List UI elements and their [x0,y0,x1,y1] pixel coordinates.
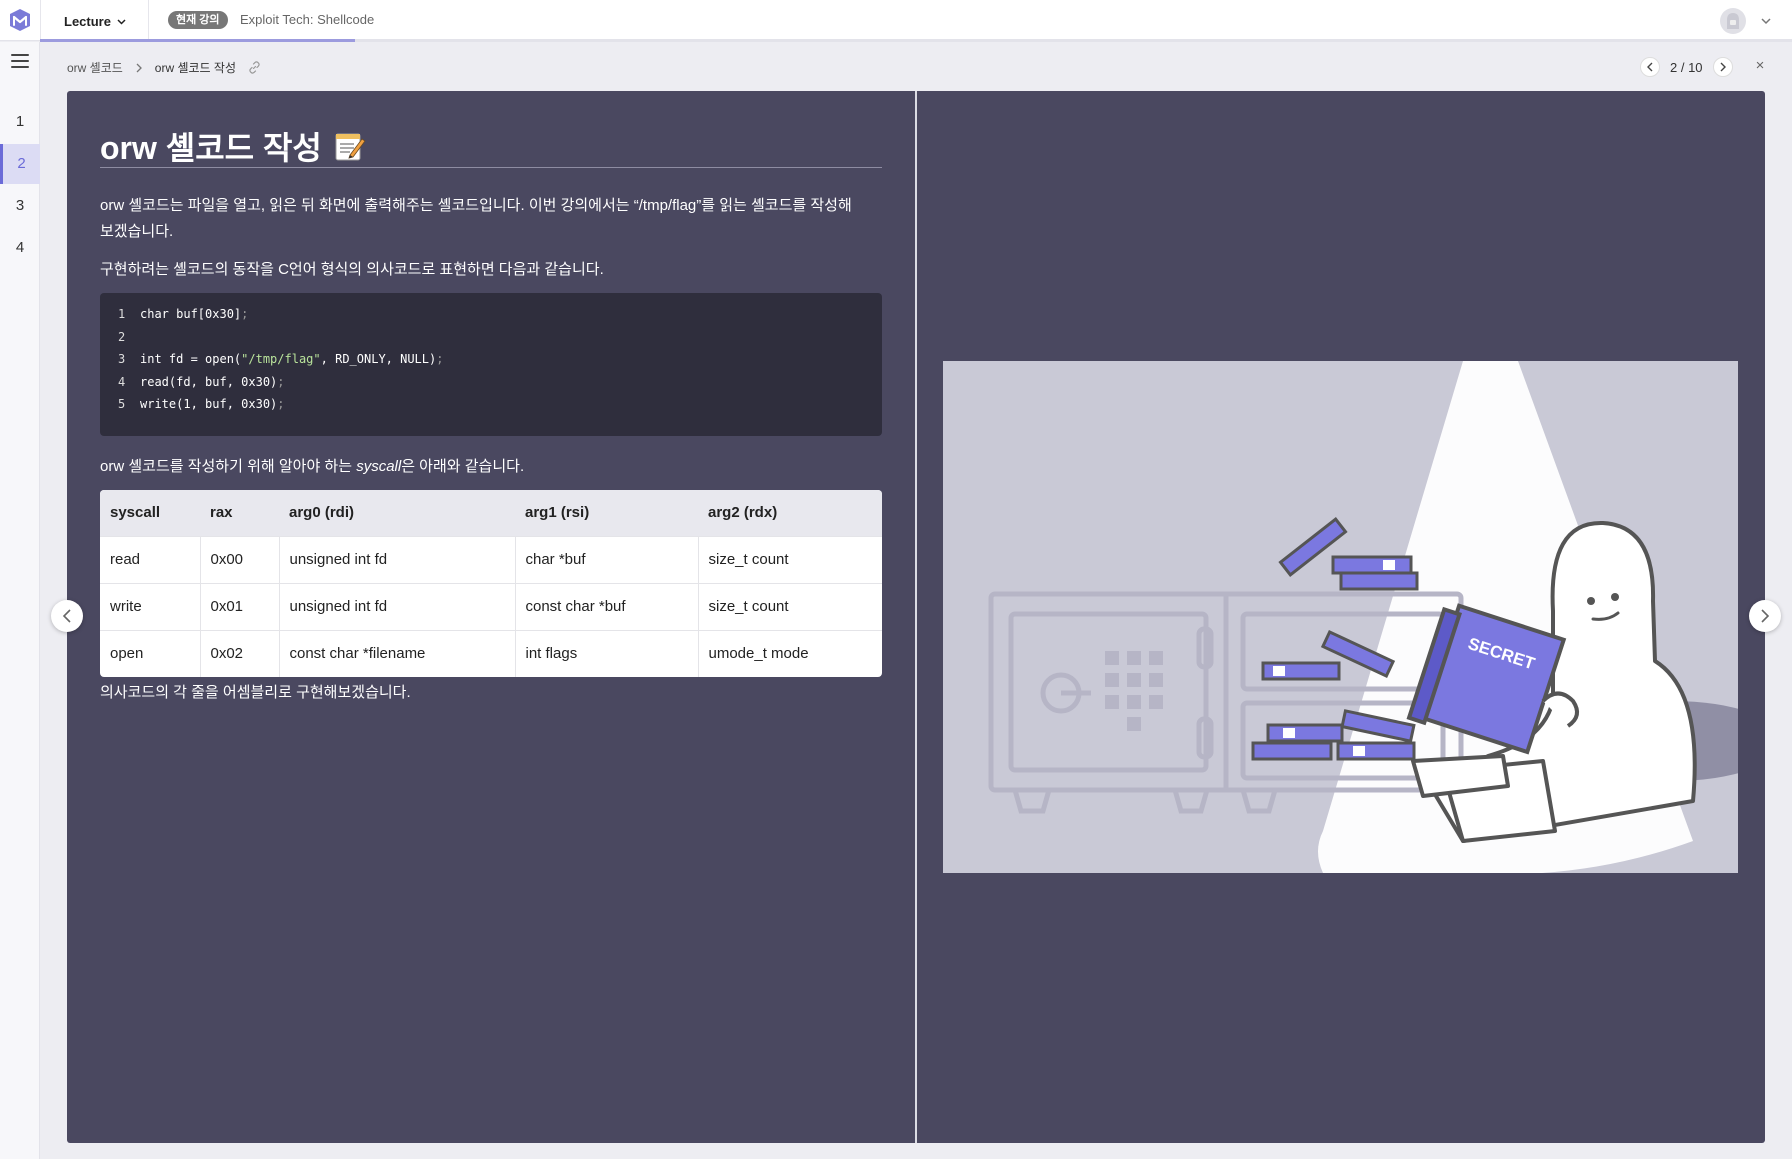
table-cell: 0x02 [200,629,280,677]
table-cell: size_t count [698,535,882,583]
syscall-table: syscall rax arg0 (rdi) arg1 (rsi) arg2 (… [100,490,882,677]
code-block[interactable]: 1 char buf[0x30]; 2 3 int fd = open("/tmp/fl… [100,293,882,436]
table-header: arg1 (rsi) [515,490,698,536]
rail-item-1[interactable]: 1 [0,102,40,142]
secret-book-illustration: SECRET [943,361,1738,873]
code-line: 1 char buf[0x30]; [118,307,882,330]
rail-item-3[interactable]: 3 [0,186,40,226]
table-header: arg0 (rdi) [279,490,515,536]
table-row: write 0x01 unsigned int fd const char *b… [100,582,882,630]
rail-item-4[interactable]: 4 [0,228,40,268]
chevron-right-icon [136,63,142,72]
table-cell: write [100,582,201,630]
chevron-left-icon [1647,62,1653,72]
table-cell: char *buf [515,535,699,583]
prev-page-button[interactable] [1640,57,1660,77]
slide-pager: 2 / 10 [1640,57,1733,77]
table-cell: int flags [515,629,699,677]
user-icon [1727,13,1739,29]
chevron-right-icon [1720,62,1726,72]
syscall-intro: orw 셸코드를 작성하기 위해 알아야 하는 syscall은 아래와 같습니… [100,454,860,480]
table-cell: unsigned int fd [279,535,516,583]
code-line: 5 write(1, buf, 0x30); [118,397,882,420]
table-cell: 0x01 [200,582,280,630]
prev-slide-button[interactable] [51,600,83,632]
table-cell: read [100,535,201,583]
code-line-number: 1 [118,307,126,321]
table-cell: const char *buf [515,582,699,630]
table-header: arg2 (rdx) [698,490,882,536]
memo-icon [335,133,366,161]
title-divider [100,167,882,168]
pseudocode-intro: 구현하려는 셸코드의 동작을 C언어 형식의 의사코드로 표현하면 다음과 같습… [100,261,604,278]
table-cell: unsigned int fd [279,582,516,630]
menu-icon[interactable] [11,54,29,70]
syscall-intro-before: orw 셸코드를 작성하기 위해 알아야 하는 [100,458,357,475]
page-nav-rail: 1 2 3 4 [0,42,40,1159]
progress-fill [40,39,356,42]
breadcrumb-current: orw 셸코드 작성 [154,61,237,75]
code-line: 2 [118,330,882,353]
table-cell: open [100,629,201,677]
intro-paragraph: orw 셸코드는 파일을 열고, 읽은 뒤 화면에 출력해주는 셸코드입니다. … [100,197,852,240]
table-row: open 0x02 const char *filename int flags… [100,629,882,677]
next-page-button[interactable] [1712,57,1733,77]
chevron-down-icon[interactable] [1760,15,1772,27]
close-icon[interactable]: × [1753,58,1767,73]
code-line: 4 read(fd, buf, 0x30); [118,375,882,398]
code-text: char buf[0x30]; [140,307,249,321]
slide-title-text: orw 셸코드 작성 [100,130,322,166]
lecture-dropdown[interactable]: Lecture [64,11,127,31]
assembly-intro: 의사코드의 각 줄을 어셈블리로 구현해보겠습니다. [100,684,411,701]
chevron-left-icon [62,609,71,623]
table-header: rax [200,490,279,536]
table-header: syscall [100,490,200,536]
page-indicator: 2 / 10 [1670,59,1703,75]
code-line-number: 3 [118,352,126,367]
divider [40,0,41,41]
divider [148,0,149,41]
chevron-down-icon [117,18,126,25]
breadcrumb-parent[interactable]: orw 셸코드 [67,59,123,76]
top-bar: Lecture 현재 강의 Exploit Tech: Shellcode [0,0,1792,42]
syscall-term: syscall [356,458,402,475]
code-line-number: 2 [118,329,126,344]
slide-divider [915,91,917,1143]
logo-icon[interactable] [6,6,34,34]
lecture-label: Lecture [64,13,111,29]
table-cell: umode_t mode [698,629,882,677]
table-row: read 0x00 unsigned int fd char *buf size… [100,535,882,583]
rail-item-2[interactable]: 2 [0,144,40,184]
code-line-number: 5 [118,397,126,412]
code-line-number: 4 [118,374,126,389]
table-cell: const char *filename [279,629,516,677]
avatar[interactable] [1720,8,1746,34]
table-header-row: syscall rax arg0 (rdi) arg1 (rsi) arg2 (… [100,490,882,536]
table-cell: 0x00 [200,535,280,583]
code-text: write(1, buf, 0x30); [140,397,285,412]
syscall-intro-after: 은 아래와 같습니다. [401,458,525,475]
lecture-progress-bar [40,39,1792,42]
current-lecture-title[interactable]: Exploit Tech: Shellcode [240,12,374,27]
code-line: 3 int fd = open("/tmp/flag", RD_ONLY, NUL… [118,352,882,375]
table-cell: size_t count [698,582,882,630]
code-text: int fd = open("/tmp/flag", RD_ONLY, NULL… [140,352,444,367]
slide: orw 셸코드 작성 orw 셸코드는 파일을 열고, 읽은 뒤 화면에 출력해… [51,91,1781,1143]
next-slide-button[interactable] [1749,600,1781,632]
code-text: read(fd, buf, 0x30); [140,374,285,389]
current-lecture-badge: 현재 강의 [168,11,228,29]
breadcrumb: orw 셸코드 orw 셸코드 작성 [67,59,261,76]
slide-title: orw 셸코드 작성 [100,123,366,169]
chevron-right-icon [1761,609,1770,623]
link-icon[interactable] [248,61,261,74]
